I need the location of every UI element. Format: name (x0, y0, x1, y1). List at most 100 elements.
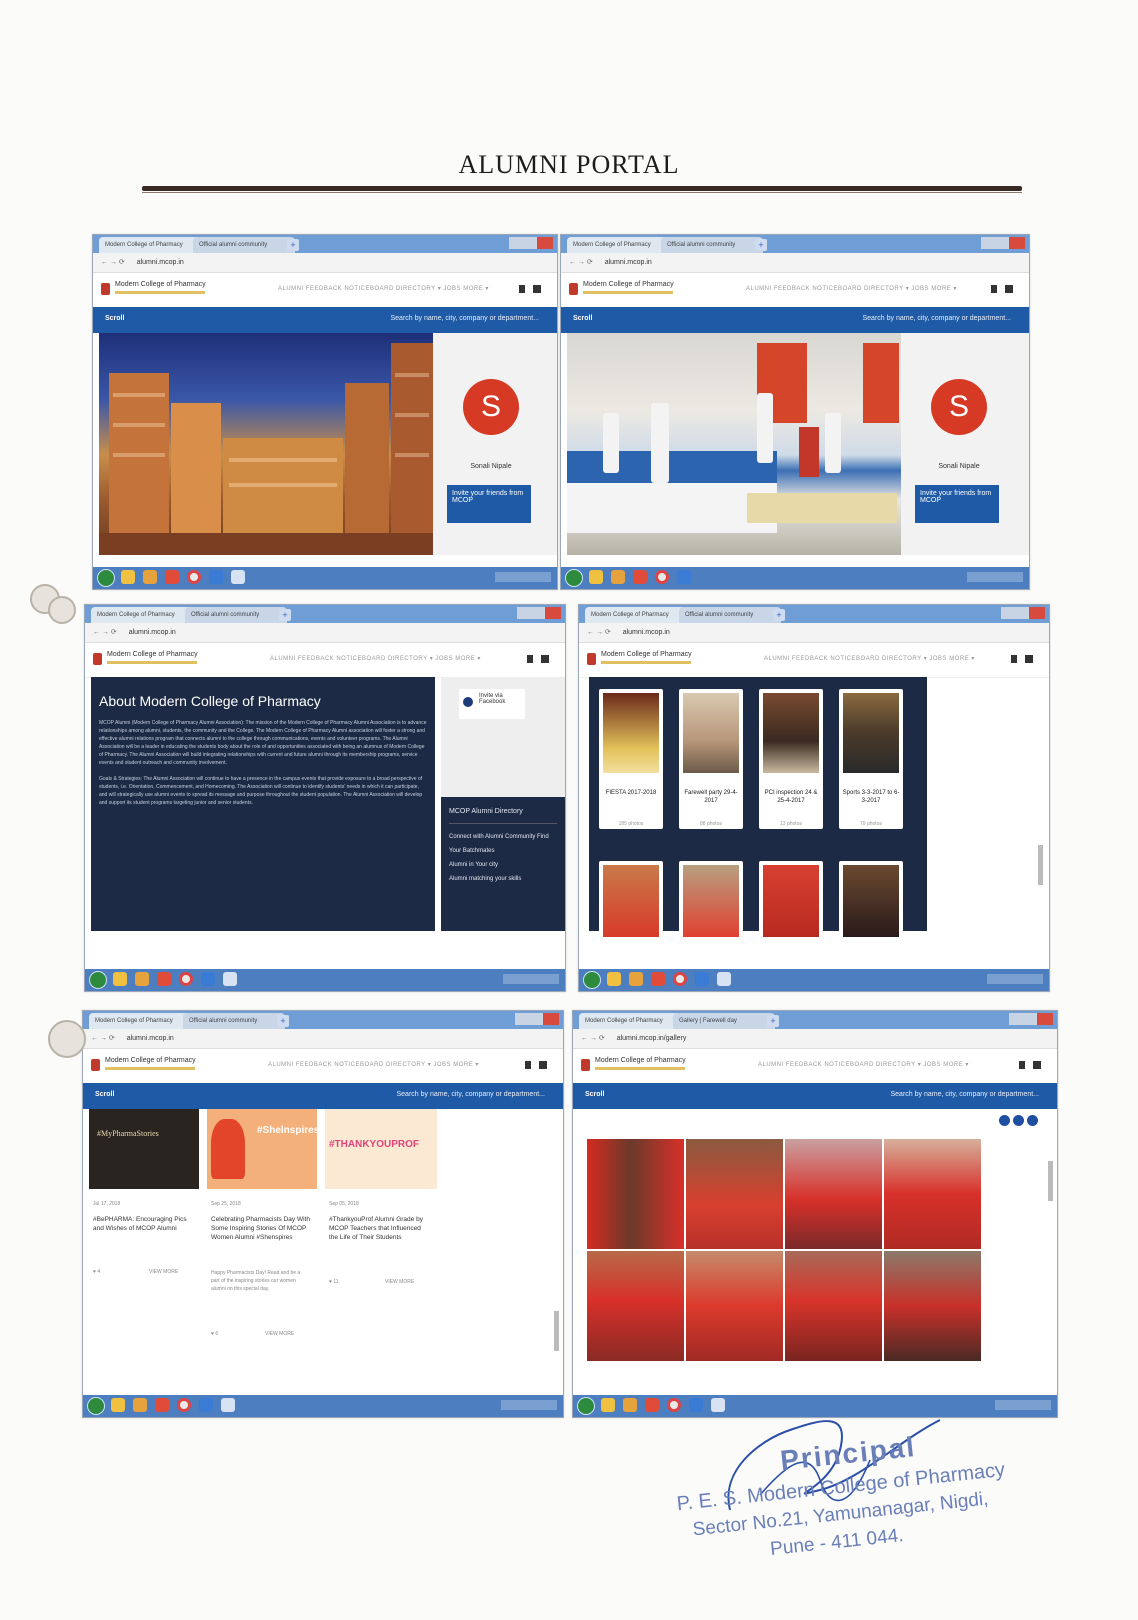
start-button-icon[interactable] (583, 971, 601, 989)
scrollbar[interactable] (1048, 1161, 1053, 1201)
start-button-icon[interactable] (87, 1397, 105, 1415)
browser-tab[interactable]: Modern College of Pharmacy (585, 607, 687, 623)
explorer-icon[interactable] (121, 570, 135, 584)
site-nav[interactable]: ALUMNI FEEDBACK NOTICEBOARD DIRECTORY ▾ … (268, 1061, 479, 1068)
album-photo[interactable] (587, 1139, 684, 1249)
album-photo[interactable] (785, 1139, 882, 1249)
media-icon[interactable] (157, 972, 171, 986)
ie-icon[interactable] (209, 570, 223, 584)
explorer-icon[interactable] (111, 1398, 125, 1412)
college-logo-icon[interactable] (93, 653, 102, 665)
system-tray[interactable] (987, 974, 1043, 984)
invite-friends-button[interactable]: Invite your friends from MCOP (447, 485, 531, 523)
ie-icon[interactable] (677, 570, 691, 584)
window-controls[interactable] (981, 237, 1025, 249)
search-input[interactable]: Search by name, city, company or departm… (863, 315, 1012, 322)
search-input[interactable]: Search by name, city, company or departm… (391, 315, 540, 322)
window-controls[interactable] (517, 607, 561, 619)
album-photo[interactable] (884, 1139, 981, 1249)
chrome-icon[interactable] (673, 972, 687, 986)
user-menu-icon[interactable] (1011, 655, 1041, 663)
site-nav[interactable]: ALUMNI FEEDBACK NOTICEBOARD DIRECTORY ▾ … (278, 285, 489, 292)
invite-friends-button[interactable]: Invite your friends from MCOP (915, 485, 999, 523)
avatar[interactable]: S (463, 379, 519, 435)
college-logo-icon[interactable] (101, 283, 110, 295)
facebook-icon[interactable] (999, 1115, 1010, 1126)
scrollbar[interactable] (554, 1311, 559, 1351)
ie-icon[interactable] (199, 1398, 213, 1412)
chrome-icon[interactable] (655, 570, 669, 584)
post-likes[interactable]: ♥ 4 (93, 1269, 100, 1275)
album-card[interactable]: PCI inspection 24 & 25-4-2017 13 photos (759, 689, 823, 829)
address-bar[interactable]: ← → ⟳ alumni.mcop.in (83, 1029, 563, 1049)
album-photo[interactable] (884, 1251, 981, 1361)
folder-icon[interactable] (135, 972, 149, 986)
post-banner[interactable]: #Shelnspires (207, 1109, 319, 1189)
ie-icon[interactable] (201, 972, 215, 986)
new-tab-icon[interactable]: + (287, 239, 299, 251)
explorer-icon[interactable] (589, 570, 603, 584)
user-menu-icon[interactable] (519, 285, 549, 293)
explorer-icon[interactable] (113, 972, 127, 986)
start-button-icon[interactable] (89, 971, 107, 989)
site-nav[interactable]: ALUMNI FEEDBACK NOTICEBOARD DIRECTORY ▾ … (746, 285, 957, 292)
post-banner[interactable]: #THANKYOUPROF (325, 1109, 437, 1189)
college-logo-icon[interactable] (587, 653, 596, 665)
post-title[interactable]: #ThankyouProf Alumni Grade by MCOP Teach… (329, 1215, 429, 1242)
folder-icon[interactable] (629, 972, 643, 986)
album-photo[interactable] (785, 1251, 882, 1361)
site-brand[interactable]: Modern College of Pharmacy (105, 1057, 196, 1064)
site-brand[interactable]: Modern College of Pharmacy (583, 281, 674, 288)
new-tab-icon[interactable]: + (755, 239, 767, 251)
new-tab-icon[interactable]: + (277, 1015, 289, 1027)
app-icon[interactable] (223, 972, 237, 986)
browser-tab[interactable]: Modern College of Pharmacy (567, 237, 669, 253)
ie-icon[interactable] (695, 972, 709, 986)
view-more-link[interactable]: VIEW MORE (149, 1269, 178, 1275)
browser-tab[interactable]: Modern College of Pharmacy (579, 1013, 681, 1029)
app-icon[interactable] (221, 1398, 235, 1412)
user-menu-icon[interactable] (525, 1061, 555, 1069)
address-bar[interactable]: ← → ⟳ alumni.mcop.in (93, 253, 557, 273)
folder-icon[interactable] (133, 1398, 147, 1412)
chrome-icon[interactable] (187, 570, 201, 584)
facebook-invite-button[interactable]: Invite via Facebook (459, 689, 525, 719)
album-card[interactable] (759, 861, 823, 941)
scrollbar[interactable] (1038, 845, 1043, 885)
system-tray[interactable] (967, 572, 1023, 582)
site-nav[interactable]: ALUMNI FEEDBACK NOTICEBOARD DIRECTORY ▾ … (270, 655, 481, 662)
address-bar[interactable]: ← → ⟳ alumni.mcop.in/gallery (573, 1029, 1057, 1049)
explorer-icon[interactable] (601, 1398, 615, 1412)
view-more-link[interactable]: VIEW MORE (385, 1279, 414, 1285)
user-menu-icon[interactable] (991, 285, 1021, 293)
media-icon[interactable] (651, 972, 665, 986)
browser-tab-2[interactable]: Official alumni community (185, 607, 287, 623)
site-brand[interactable]: Modern College of Pharmacy (595, 1057, 686, 1064)
site-brand[interactable]: Modern College of Pharmacy (107, 651, 198, 658)
view-more-link[interactable]: VIEW MORE (265, 1331, 294, 1337)
window-controls[interactable] (1009, 1013, 1053, 1025)
folder-icon[interactable] (143, 570, 157, 584)
profile-name[interactable]: Sonali Nipale (433, 463, 549, 470)
album-photo[interactable] (686, 1139, 783, 1249)
post-title[interactable]: #BePHARMA: Encouraging Pics and Wishes o… (93, 1215, 193, 1233)
album-card[interactable]: Sports 3-3-2017 to 6-3-2017 79 photos (839, 689, 903, 829)
system-tray[interactable] (503, 974, 559, 984)
new-tab-icon[interactable]: + (767, 1015, 779, 1027)
album-card[interactable]: FIESTA 2017-2018 185 photos (599, 689, 663, 829)
album-card[interactable]: Farewell party 29-4-2017 88 photos (679, 689, 743, 829)
college-logo-icon[interactable] (581, 1059, 590, 1071)
new-tab-icon[interactable]: + (279, 609, 291, 621)
system-tray[interactable] (501, 1400, 557, 1410)
browser-tab[interactable]: Modern College of Pharmacy (99, 237, 201, 253)
media-icon[interactable] (155, 1398, 169, 1412)
directory-link[interactable]: Alumni matching your skills (449, 872, 557, 886)
post-likes[interactable]: ♥ 6 (211, 1331, 218, 1337)
browser-tab-2[interactable]: Gallery | Farewell day (673, 1013, 775, 1029)
media-icon[interactable] (633, 570, 647, 584)
browser-tab-2[interactable]: Official alumni community (193, 237, 295, 253)
college-logo-icon[interactable] (91, 1059, 100, 1071)
twitter-icon[interactable] (1013, 1115, 1024, 1126)
user-menu-icon[interactable] (527, 655, 557, 663)
app-icon[interactable] (231, 570, 245, 584)
